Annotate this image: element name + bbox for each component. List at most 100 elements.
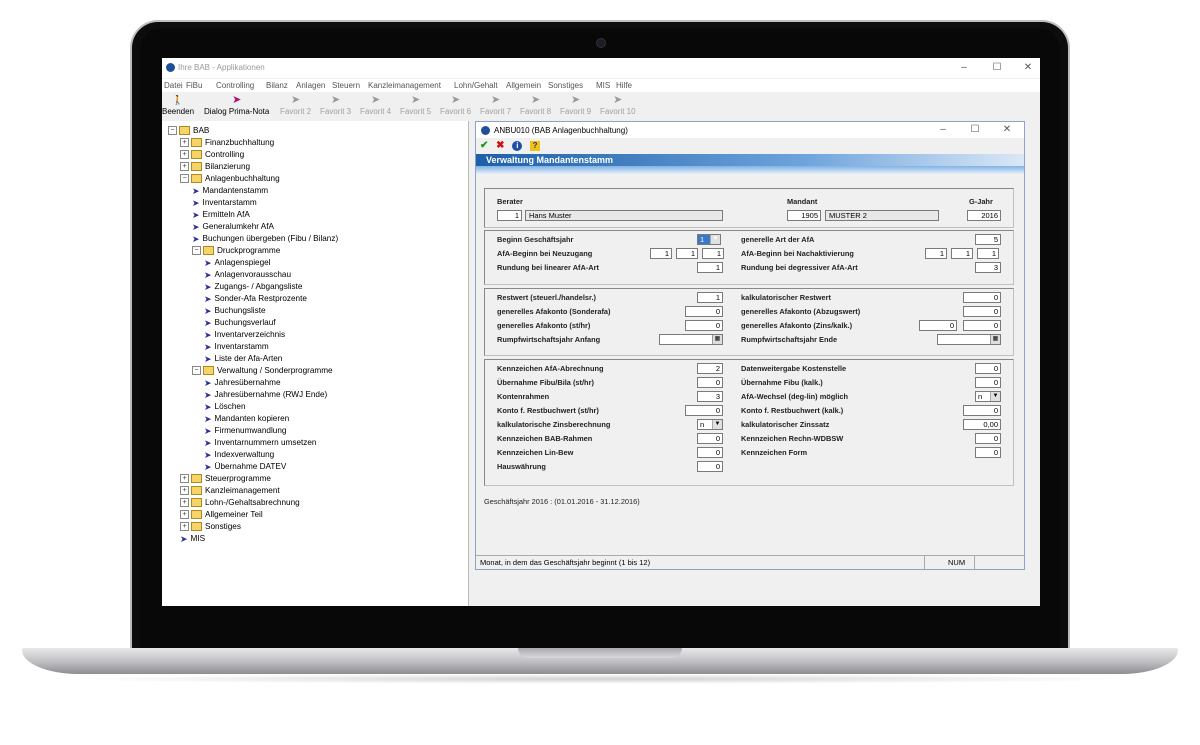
kennzeichen-field[interactable]: 0 — [697, 447, 723, 458]
tree-node[interactable]: ➤ Anlagenvorausschau — [204, 269, 291, 281]
collapse-icon[interactable]: − — [168, 126, 177, 136]
rundung-lin-field[interactable]: 1 — [697, 262, 723, 273]
expand-icon[interactable]: + — [180, 138, 189, 148]
afa-neu-field-2[interactable]: 1 — [676, 248, 698, 259]
dialog-close-button[interactable]: ✕ — [998, 123, 1016, 137]
tree-node[interactable]: ➤ MIS — [180, 533, 205, 545]
kennzeichen-field[interactable]: 0 — [975, 377, 1001, 388]
kennzeichen-field[interactable]: 0 — [963, 405, 1001, 416]
expand-icon[interactable]: + — [180, 474, 189, 484]
collapse-icon[interactable]: − — [180, 174, 189, 184]
dialog-minimize-button[interactable]: – — [934, 123, 952, 137]
tree-node[interactable]: + Lohn-/Gehaltsabrechnung — [180, 497, 300, 509]
afa-neu-field-3[interactable]: 1 — [702, 248, 724, 259]
rundung-deg-field[interactable]: 3 — [975, 262, 1001, 273]
kennzeichen-field[interactable]: 2 — [697, 363, 723, 374]
toolbar-button-favorit-8[interactable]: ➤ Favorit 8 — [520, 94, 551, 119]
menu-hilfe[interactable]: Hilfe — [616, 81, 632, 90]
toolbar-button-favorit-6[interactable]: ➤ Favorit 6 — [440, 94, 471, 119]
art-afa-field[interactable]: 5 — [975, 234, 1001, 245]
kennzeichen-field[interactable]: 0 — [697, 377, 723, 388]
afakonto-abzug-field[interactable]: 0 — [963, 306, 1001, 317]
tree-node[interactable]: ➤ Buchungsverlauf — [204, 317, 276, 329]
tree-node[interactable]: ➤ Mandantenstamm — [192, 185, 268, 197]
toolbar-button-favorit-9[interactable]: ➤ Favorit 9 — [560, 94, 591, 119]
toolbar-button-dialog-prima-nota[interactable]: ➤ Dialog Prima-Nota — [204, 94, 269, 119]
toolbar-button-favorit-7[interactable]: ➤ Favorit 7 — [480, 94, 511, 119]
kennzeichen-field[interactable]: 0 — [697, 433, 723, 444]
tree-node[interactable]: ➤ Mandanten kopieren — [204, 413, 289, 425]
dialog-maximize-button[interactable]: ☐ — [966, 123, 984, 137]
tree-node[interactable]: ➤ Indexverwaltung — [204, 449, 274, 461]
cancel-x-icon[interactable]: ✖ — [496, 140, 504, 151]
tree-node[interactable]: + Bilanzierung — [180, 161, 250, 173]
toolbar-button-favorit-10[interactable]: ➤ Favorit 10 — [600, 94, 636, 119]
ok-check-icon[interactable]: ✔ — [480, 140, 488, 151]
expand-icon[interactable]: + — [180, 498, 189, 508]
afa-nach-field-3[interactable]: 1 — [977, 248, 999, 259]
help-icon[interactable]: ? — [530, 141, 541, 151]
mandant-nr-field[interactable]: 1905 — [787, 210, 821, 221]
rumpf-anfang-picker[interactable]: ▦ — [659, 334, 723, 345]
tree-node[interactable]: + Finanzbuchhaltung — [180, 137, 274, 149]
collapse-icon[interactable]: − — [192, 246, 201, 256]
tree-node[interactable]: ➤ Anlagenspiegel — [204, 257, 271, 269]
afakonto-zins-field-1[interactable]: 0 — [919, 320, 957, 331]
kennzeichen-field[interactable]: 3 — [697, 391, 723, 402]
gjahr-field[interactable]: 2016 — [967, 210, 1001, 221]
kennzeichen-field[interactable]: 0 — [975, 447, 1001, 458]
expand-icon[interactable]: + — [180, 522, 189, 532]
tree-node[interactable]: ➤ Inventarstamm — [204, 341, 269, 353]
menu-bilanz[interactable]: Bilanz — [266, 81, 288, 90]
kennzeichen-combo[interactable]: n ▼ — [975, 391, 1001, 402]
toolbar-button-favorit-4[interactable]: ➤ Favorit 4 — [360, 94, 391, 119]
expand-icon[interactable]: + — [180, 486, 189, 496]
toolbar-button-favorit-2[interactable]: ➤ Favorit 2 — [280, 94, 311, 119]
toolbar-button-beenden[interactable]: 🚶 Beenden — [162, 94, 194, 119]
kennzeichen-field[interactable]: 0,00 — [963, 419, 1001, 430]
collapse-icon[interactable]: − — [192, 366, 201, 376]
tree-node[interactable]: + Kanzleimanagement — [180, 485, 280, 497]
tree-node[interactable]: − Verwaltung / Sonderprogramme — [192, 365, 333, 377]
menu-datei[interactable]: Datei — [164, 81, 183, 90]
calendar-icon[interactable]: ▦ — [990, 335, 1000, 344]
toolbar-button-favorit-3[interactable]: ➤ Favorit 3 — [320, 94, 351, 119]
expand-icon[interactable]: + — [180, 162, 189, 172]
info-icon[interactable]: i — [512, 141, 523, 151]
tree-node[interactable]: + Steuerprogramme — [180, 473, 271, 485]
tree-node[interactable]: ➤ Buchungsliste — [204, 305, 266, 317]
maximize-button[interactable]: ☐ — [988, 61, 1006, 75]
toolbar-button-favorit-5[interactable]: ➤ Favorit 5 — [400, 94, 431, 119]
calendar-icon[interactable]: ▦ — [712, 335, 722, 344]
tree-node[interactable]: − BAB — [168, 125, 209, 137]
menu-allgemein[interactable]: Allgemein — [506, 81, 541, 90]
menu-lohn-gehalt[interactable]: Lohn/Gehalt — [454, 81, 498, 90]
menu-mis[interactable]: MIS — [596, 81, 610, 90]
menu-controlling[interactable]: Controlling — [216, 81, 254, 90]
kennzeichen-field[interactable]: 0 — [685, 405, 723, 416]
minimize-button[interactable]: – — [955, 61, 973, 75]
kennzeichen-combo[interactable]: n ▼ — [697, 419, 723, 430]
tree-node[interactable]: ➤ Inventarnummern umsetzen — [204, 437, 316, 449]
tree-node[interactable]: ➤ Ermitteln AfA — [192, 209, 250, 221]
menu-sonstiges[interactable]: Sonstiges — [548, 81, 583, 90]
tree-node[interactable]: − Anlagenbuchhaltung — [180, 173, 280, 185]
afa-neu-field-1[interactable]: 1 — [650, 248, 672, 259]
afakonto-sonder-field[interactable]: 0 — [685, 306, 723, 317]
menu-fibu[interactable]: FiBu — [186, 81, 202, 90]
tree-node[interactable]: ➤ Zugangs- / Abgangsliste — [204, 281, 302, 293]
tree-node[interactable]: + Allgemeiner Teil — [180, 509, 263, 521]
tree-node[interactable]: ➤ Generalumkehr AfA — [192, 221, 274, 233]
expand-icon[interactable]: + — [180, 510, 189, 520]
kennzeichen-field[interactable]: 0 — [975, 363, 1001, 374]
berater-nr-field[interactable]: 1 — [497, 210, 522, 221]
restwert-field[interactable]: 1 — [697, 292, 723, 303]
kennzeichen-field[interactable]: 0 — [697, 461, 723, 472]
afakonto-sthr-field[interactable]: 0 — [685, 320, 723, 331]
rumpf-ende-picker[interactable]: ▦ — [937, 334, 1001, 345]
tree-node[interactable]: ➤ Jahresübernahme — [204, 377, 281, 389]
menu-steuern[interactable]: Steuern — [332, 81, 360, 90]
menu-anlagen[interactable]: Anlagen — [296, 81, 325, 90]
tree-node[interactable]: + Controlling — [180, 149, 244, 161]
tree-node[interactable]: ➤ Jahresübernahme (RWJ Ende) — [204, 389, 327, 401]
